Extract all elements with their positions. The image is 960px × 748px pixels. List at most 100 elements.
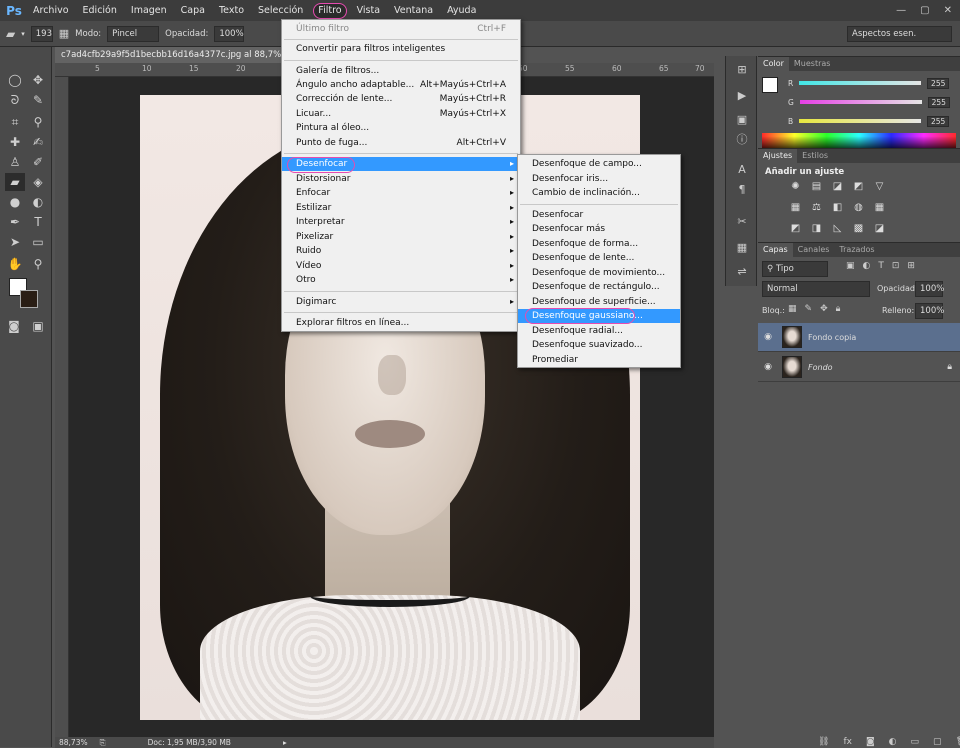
menu-capa[interactable]: Capa: [174, 0, 212, 21]
tab-channels[interactable]: Canales: [793, 243, 835, 257]
brush-size-field[interactable]: 193: [30, 25, 53, 42]
minimize-icon[interactable]: —: [896, 5, 906, 16]
filter-last[interactable]: Último filtro Ctrl+F: [282, 22, 520, 36]
channel-g-slider[interactable]: [799, 100, 922, 104]
blur-surface[interactable]: Desenfoque de superficie...: [518, 295, 680, 309]
layer-opacity-field[interactable]: 100%: [915, 281, 944, 297]
fx-icon[interactable]: fx: [843, 737, 852, 747]
actions-icon[interactable]: ▶: [732, 88, 752, 104]
history-brush-icon[interactable]: ✐: [28, 153, 48, 171]
channel-b-slider[interactable]: [799, 119, 922, 123]
filter-adaptive-wide[interactable]: Ángulo ancho adaptable... Alt+Mayús+Ctrl…: [282, 78, 520, 92]
fg-swatch[interactable]: [762, 77, 778, 93]
layer-name[interactable]: Fondo copia: [808, 333, 856, 342]
layer-row[interactable]: ◉ Fondo 🔒︎: [758, 353, 960, 382]
filter-smart-convert[interactable]: Convertir para filtros inteligentes: [282, 42, 520, 56]
workspace-select[interactable]: Aspectos esen.: [847, 26, 952, 42]
blur-average[interactable]: Promediar: [518, 353, 680, 367]
bucket-icon[interactable]: ◈: [28, 173, 48, 191]
chevron-down-icon[interactable]: ▾: [21, 30, 25, 38]
tab-styles[interactable]: Estilos: [797, 149, 833, 163]
channel-r-value[interactable]: 255: [927, 77, 950, 89]
tab-paths[interactable]: Trazados: [834, 243, 879, 257]
trash-icon[interactable]: 🗑︎: [956, 737, 960, 747]
menu-edicion[interactable]: Edición: [76, 0, 124, 21]
channel-r-slider[interactable]: [799, 81, 922, 85]
filter-vanishing-point[interactable]: Punto de fuga... Alt+Ctrl+V: [282, 136, 520, 150]
invert-icon[interactable]: ◩: [788, 222, 803, 236]
exposure-icon[interactable]: ◩: [851, 180, 866, 194]
blur-icon[interactable]: ●: [5, 193, 25, 211]
hand-icon[interactable]: ✋: [5, 255, 25, 273]
menu-seleccion[interactable]: Selección: [251, 0, 310, 21]
filter-distort[interactable]: Distorsionar: [282, 172, 520, 186]
filter-liquify[interactable]: Licuar... Mayús+Ctrl+X: [282, 107, 520, 121]
zoom-icon[interactable]: ⚲: [28, 255, 48, 273]
layer-filter-select[interactable]: ⚲ Tipo: [762, 261, 828, 277]
blur-radial[interactable]: Desenfoque radial...: [518, 324, 680, 338]
crop-icon[interactable]: ⌗: [5, 113, 25, 131]
blend-mode-select[interactable]: Normal: [762, 281, 870, 297]
properties-icon[interactable]: ⇌: [732, 264, 752, 280]
character-icon[interactable]: A: [732, 162, 752, 178]
maximize-icon[interactable]: ▢: [920, 5, 929, 16]
healing-icon[interactable]: ✚: [5, 133, 25, 151]
tab-layers[interactable]: Capas: [758, 243, 793, 257]
history-icon[interactable]: ⊞: [732, 62, 752, 78]
opacity-field[interactable]: 100%: [214, 25, 245, 42]
layer-comps-icon[interactable]: ▣: [732, 112, 752, 128]
mode-select[interactable]: Pincel: [107, 25, 160, 42]
layer-row[interactable]: ◉ Fondo copia: [758, 323, 960, 352]
threshold-icon[interactable]: ◺: [830, 222, 845, 236]
eraser-icon[interactable]: ▰: [6, 27, 15, 41]
posterize-icon[interactable]: ◨: [809, 222, 824, 236]
tab-swatches[interactable]: Muestras: [789, 57, 836, 71]
pen-icon[interactable]: ✒: [5, 213, 25, 231]
filter-adjust-icon[interactable]: ◐: [863, 261, 871, 271]
screen-mode-icon[interactable]: ▣: [28, 317, 48, 335]
blur-more[interactable]: Desenfocar más: [518, 222, 680, 236]
tab-color[interactable]: Color: [758, 57, 789, 71]
mask-icon[interactable]: ◙: [866, 737, 875, 747]
dodge-icon[interactable]: ◐: [28, 193, 48, 211]
blur-box[interactable]: Desenfoque de rectángulo...: [518, 280, 680, 294]
filter-other[interactable]: Otro: [282, 273, 520, 287]
curves-icon[interactable]: ◪: [830, 180, 845, 194]
move-icon[interactable]: ✥: [28, 71, 48, 89]
fill-field[interactable]: 100%: [915, 303, 944, 319]
blur-smart[interactable]: Desenfoque suavizado...: [518, 338, 680, 352]
filter-digimarc[interactable]: Digimarc: [282, 295, 520, 309]
zoom-level[interactable]: 88,73%: [59, 738, 88, 747]
path-select-icon[interactable]: ➤: [5, 233, 25, 251]
color-balance-icon[interactable]: ⚖: [809, 201, 824, 215]
blur-field[interactable]: Desenfoque de campo...: [518, 157, 680, 171]
blur-motion[interactable]: Desenfoque de movimiento...: [518, 266, 680, 280]
eyedropper-icon[interactable]: ⚲: [28, 113, 48, 131]
filter-render[interactable]: Interpretar: [282, 215, 520, 229]
eye-icon[interactable]: ◉: [758, 332, 778, 342]
selective-color-icon[interactable]: ◪: [872, 222, 887, 236]
lock-pixels-icon[interactable]: ✎: [805, 304, 813, 314]
eraser-tool-icon[interactable]: ▰: [5, 173, 25, 191]
type-icon[interactable]: T: [28, 213, 48, 231]
levels-icon[interactable]: ▤: [809, 180, 824, 194]
menu-ayuda[interactable]: Ayuda: [440, 0, 483, 21]
brightness-icon[interactable]: ✺: [788, 180, 803, 194]
menu-ventana[interactable]: Ventana: [387, 0, 440, 21]
blur-shape[interactable]: Desenfoque de forma...: [518, 237, 680, 251]
blur-lens[interactable]: Desenfoque de lente...: [518, 251, 680, 265]
tab-adjustments[interactable]: Ajustes: [758, 149, 798, 163]
quick-select-icon[interactable]: ✎: [28, 91, 48, 109]
lasso-icon[interactable]: ᘐ: [5, 91, 25, 109]
photo-filter-icon[interactable]: ◍: [851, 201, 866, 215]
filter-gallery[interactable]: Galería de filtros...: [282, 64, 520, 78]
close-icon[interactable]: ✕: [944, 5, 952, 16]
filter-shape-icon[interactable]: ⊡: [892, 261, 900, 271]
marquee-icon[interactable]: ◯: [5, 71, 25, 89]
link-icon[interactable]: ⛓: [818, 737, 829, 747]
menu-texto[interactable]: Texto: [212, 0, 251, 21]
eye-icon[interactable]: ◉: [758, 362, 778, 372]
export-icon[interactable]: ⎘: [100, 738, 106, 748]
vibrance-icon[interactable]: ▽: [872, 180, 887, 194]
lock-transparency-icon[interactable]: ▦: [788, 304, 797, 314]
